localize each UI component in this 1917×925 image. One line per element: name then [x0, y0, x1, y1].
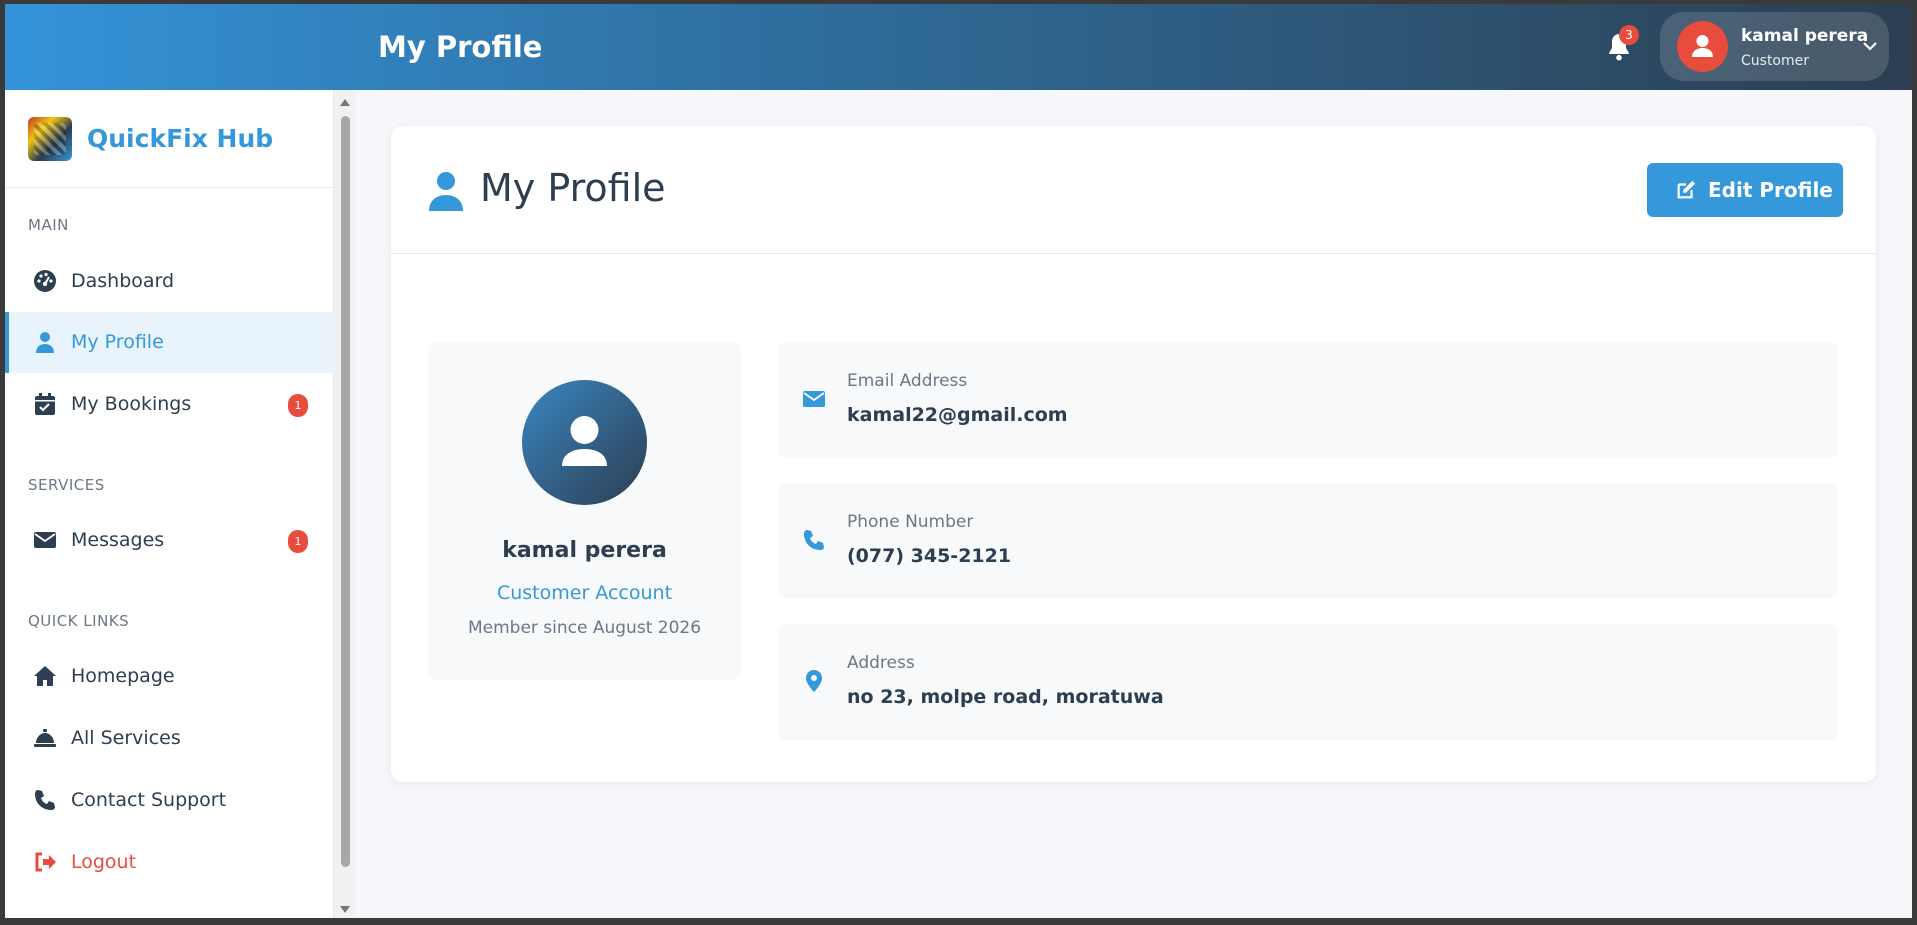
dashboard-gauge-icon	[34, 270, 56, 292]
sidebar-item-all-services[interactable]: All Services	[5, 708, 334, 769]
messages-count-badge: 1	[288, 530, 308, 553]
sidebar: QuickFix Hub MAIN Dashboard My Profile M…	[5, 90, 334, 918]
sidebar-item-dashboard[interactable]: Dashboard	[5, 251, 334, 312]
brand[interactable]: QuickFix Hub	[5, 90, 334, 188]
home-icon	[34, 666, 56, 686]
address-info: Address no 23, molpe road, moratuwa	[778, 624, 1838, 740]
user-avatar	[1677, 21, 1728, 72]
map-pin-icon	[806, 670, 822, 692]
brand-name: QuickFix Hub	[87, 124, 274, 153]
phone-icon	[804, 530, 824, 550]
scrollbar-thumb[interactable]	[341, 116, 350, 867]
user-icon	[562, 416, 607, 466]
address-label: Address	[847, 653, 915, 673]
sidebar-item-my-profile[interactable]: My Profile	[5, 312, 334, 373]
phone-label: Phone Number	[847, 512, 974, 532]
card-title: My Profile	[480, 166, 666, 210]
sidebar-item-label: My Profile	[71, 331, 164, 353]
logout-icon	[35, 852, 56, 872]
user-icon	[429, 172, 463, 211]
sidebar-item-logout[interactable]: Logout	[5, 832, 334, 893]
section-label-services: SERVICES	[28, 476, 105, 494]
email-value: kamal22@gmail.com	[847, 404, 1068, 426]
scroll-up-arrow[interactable]	[340, 99, 350, 106]
user-icon	[36, 332, 54, 353]
user-menu[interactable]: kamal perera Customer	[1660, 12, 1889, 81]
phone-value: (077) 345-2121	[847, 545, 1012, 567]
sidebar-item-label: My Bookings	[71, 393, 192, 415]
profile-avatar	[522, 380, 647, 505]
sidebar-item-label: Homepage	[71, 665, 175, 687]
sidebar-item-label: Contact Support	[71, 789, 227, 811]
page-title: My Profile	[378, 30, 543, 64]
section-label-main: MAIN	[28, 216, 69, 234]
sidebar-scrollbar[interactable]	[334, 90, 356, 918]
sidebar-item-homepage[interactable]: Homepage	[5, 646, 334, 707]
envelope-icon	[34, 532, 56, 548]
user-name: kamal perera	[1741, 26, 1869, 46]
sidebar-item-messages[interactable]: Messages 1	[5, 510, 334, 571]
edit-profile-label: Edit Profile	[1708, 178, 1833, 202]
concierge-bell-icon	[34, 729, 56, 747]
phone-icon	[35, 790, 55, 810]
member-since: Member since August 2026	[467, 618, 702, 638]
sidebar-item-my-bookings[interactable]: My Bookings 1	[5, 374, 334, 435]
section-label-quick-links: QUICK LINKS	[28, 612, 130, 630]
address-value: no 23, molpe road, moratuwa	[847, 686, 1164, 708]
edit-icon	[1677, 180, 1696, 199]
user-role: Customer	[1741, 53, 1810, 69]
sidebar-item-label: Dashboard	[71, 270, 175, 292]
app-window: My Profile 3 kamal perera Customer Quick…	[5, 4, 1912, 918]
envelope-icon	[803, 391, 825, 407]
sidebar-item-label: All Services	[71, 727, 181, 749]
notification-count-badge: 3	[1619, 25, 1639, 45]
sidebar-item-contact-support[interactable]: Contact Support	[5, 770, 334, 831]
scroll-down-arrow[interactable]	[340, 906, 350, 913]
sidebar-item-label: Messages	[71, 529, 165, 551]
calendar-check-icon	[35, 393, 55, 415]
chevron-down-icon	[1863, 42, 1877, 51]
profile-name: kamal perera	[502, 538, 667, 563]
edit-profile-button[interactable]: Edit Profile	[1647, 163, 1843, 217]
profile-summary: kamal perera Customer Account Member sin…	[428, 342, 741, 680]
brand-logo	[28, 117, 72, 161]
email-info: Email Address kamal22@gmail.com	[778, 342, 1838, 458]
card-header: My Profile Edit Profile	[391, 126, 1876, 254]
phone-info: Phone Number (077) 345-2121	[778, 483, 1838, 599]
sidebar-item-label: Logout	[71, 851, 137, 873]
bookings-count-badge: 1	[288, 394, 308, 417]
top-bar: My Profile 3 kamal perera Customer	[5, 4, 1912, 90]
user-icon	[1692, 35, 1713, 57]
email-label: Email Address	[847, 371, 968, 391]
account-type: Customer Account	[496, 582, 673, 604]
profile-card: My Profile Edit Profile kamal perera Cus…	[391, 126, 1876, 782]
